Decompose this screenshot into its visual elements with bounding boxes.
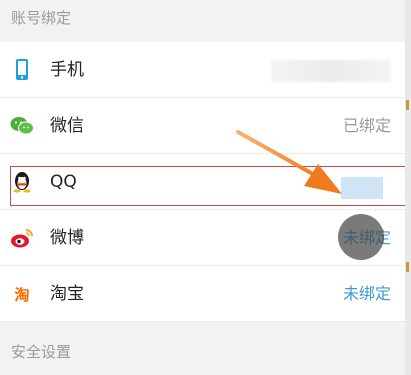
account-binding-screen: 账号绑定 手机 微信 已绑定 QQ 微博 淘 淘宝 未绑定 安全设置 — [0, 0, 411, 375]
scroll-edge — [405, 0, 411, 375]
qq-icon — [10, 171, 34, 193]
phone-number-blurred — [271, 60, 391, 82]
edge-mark — [406, 100, 409, 110]
taobao-label: 淘宝 — [50, 284, 84, 304]
binding-row-phone[interactable]: 手机 — [0, 42, 405, 98]
wechat-icon — [10, 115, 34, 137]
account-binding-header: 账号绑定 — [0, 0, 411, 42]
phone-icon — [10, 59, 34, 81]
weibo-icon — [10, 227, 34, 249]
svg-text:淘: 淘 — [13, 286, 29, 304]
taobao-status[interactable]: 未绑定 — [343, 283, 391, 305]
divider — [0, 321, 405, 322]
qq-status-button[interactable] — [341, 177, 383, 199]
touch-indicator — [338, 214, 384, 260]
security-settings-header: 安全设置 — [0, 334, 411, 375]
wechat-status[interactable]: 已绑定 — [343, 115, 391, 137]
binding-row-wechat[interactable]: 微信 已绑定 — [0, 98, 405, 154]
binding-row-taobao[interactable]: 淘 淘宝 未绑定 — [0, 266, 405, 322]
account-binding-title: 账号绑定 — [11, 9, 72, 27]
edge-mark — [406, 262, 409, 272]
qq-label: QQ — [50, 172, 77, 192]
weibo-label: 微博 — [50, 228, 84, 248]
phone-label: 手机 — [50, 60, 84, 80]
wechat-label: 微信 — [50, 116, 84, 136]
taobao-icon: 淘 — [10, 283, 34, 305]
security-settings-title: 安全设置 — [11, 343, 72, 361]
